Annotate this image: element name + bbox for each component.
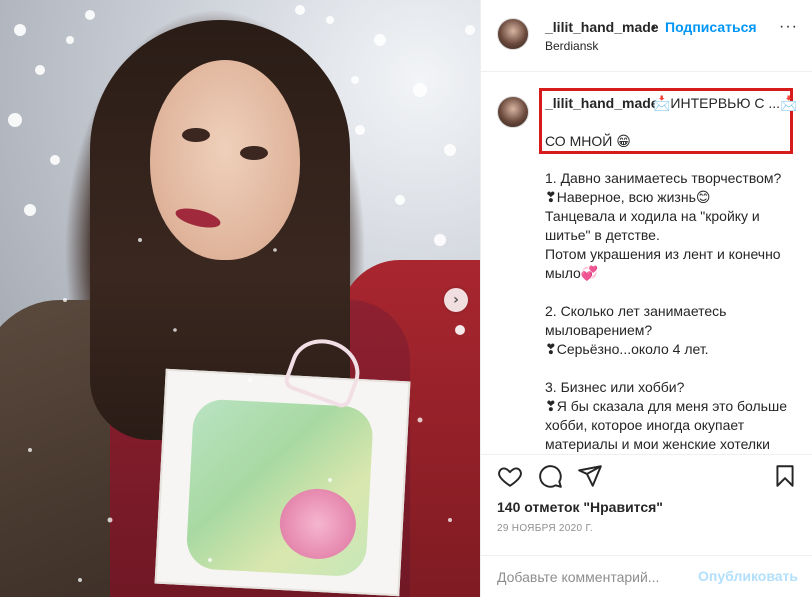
- photo-face: [150, 60, 300, 260]
- comment-icon: [539, 465, 562, 488]
- next-photo-button[interactable]: ›: [444, 288, 468, 312]
- soap-gift-box: [154, 368, 411, 597]
- like-button[interactable]: [497, 463, 523, 489]
- post-username[interactable]: _lilit_hand_made: [545, 19, 659, 35]
- post-header: _lilit_hand_made • Подписаться Berdiansk…: [481, 0, 812, 72]
- photo-eye: [182, 128, 210, 142]
- comments-scroll-area[interactable]: _lilit_hand_made 📩ИНТЕРВЬЮ С ...📩 СО МНО…: [481, 72, 812, 454]
- avatar[interactable]: [497, 18, 529, 50]
- post-side-panel: _lilit_hand_made • Подписаться Berdiansk…: [480, 0, 812, 597]
- send-icon: [578, 465, 602, 487]
- separator-dot: •: [651, 19, 656, 35]
- caption-username[interactable]: _lilit_hand_made: [545, 95, 659, 111]
- post-actions: 140 отметок "Нравится" 29 НОЯБРЯ 2020 Г.…: [481, 454, 812, 596]
- caption-headline: 📩ИНТЕРВЬЮ С ...📩: [653, 95, 798, 111]
- publish-comment-button[interactable]: Опубликовать: [698, 568, 798, 584]
- caption-avatar[interactable]: [497, 96, 529, 128]
- share-button[interactable]: [577, 463, 603, 489]
- post-date[interactable]: 29 НОЯБРЯ 2020 Г.: [497, 523, 593, 534]
- soap-box-window: [185, 398, 375, 578]
- heart-icon: [498, 467, 522, 487]
- post-photo[interactable]: ›: [0, 0, 480, 597]
- likes-count[interactable]: 140 отметок "Нравится": [497, 499, 663, 515]
- add-comment-bar: Опубликовать: [481, 555, 812, 597]
- comment-button[interactable]: [537, 463, 563, 489]
- save-button[interactable]: [772, 463, 798, 489]
- caption-line2: СО МНОЙ 😁: [545, 133, 631, 149]
- photo-eye: [240, 146, 268, 160]
- more-options-icon[interactable]: ···: [779, 18, 798, 36]
- chevron-right-icon: ›: [453, 292, 459, 308]
- comment-input[interactable]: [497, 566, 697, 588]
- caption-body: 1. Давно занимаетесь творчеством? ❣Навер…: [545, 170, 787, 452]
- bookmark-icon: [776, 465, 794, 487]
- post-location[interactable]: Berdiansk: [545, 39, 598, 53]
- follow-button[interactable]: Подписаться: [665, 19, 757, 35]
